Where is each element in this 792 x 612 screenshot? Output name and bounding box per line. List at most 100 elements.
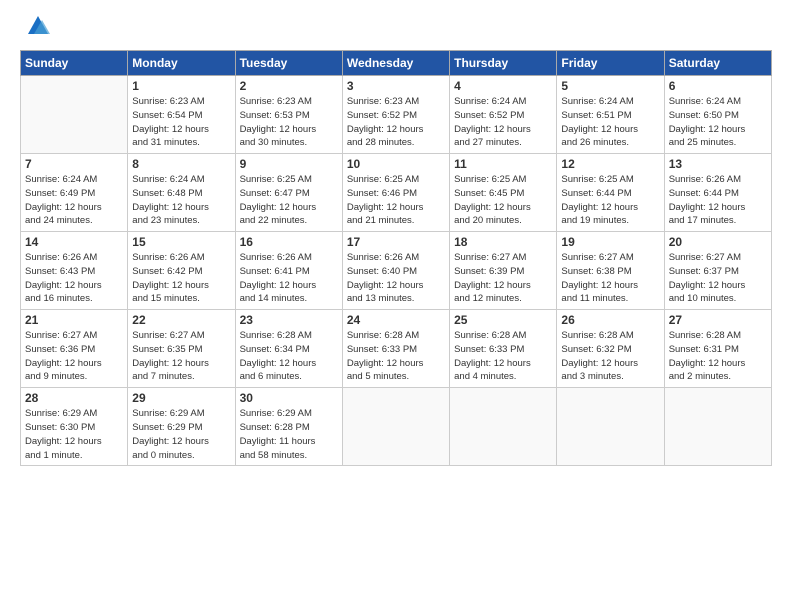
- weekday-header-saturday: Saturday: [664, 51, 771, 76]
- weekday-header-monday: Monday: [128, 51, 235, 76]
- calendar-cell: 10 Sunrise: 6:25 AM Sunset: 6:46 PM Dayli…: [342, 154, 449, 232]
- day-number: 22: [132, 313, 230, 327]
- page-container: SundayMondayTuesdayWednesdayThursdayFrid…: [0, 0, 792, 612]
- day-info: Sunrise: 6:25 AM Sunset: 6:46 PM Dayligh…: [347, 173, 445, 228]
- day-number: 26: [561, 313, 659, 327]
- day-info: Sunrise: 6:28 AM Sunset: 6:34 PM Dayligh…: [240, 329, 338, 384]
- day-info: Sunrise: 6:24 AM Sunset: 6:49 PM Dayligh…: [25, 173, 123, 228]
- day-info: Sunrise: 6:24 AM Sunset: 6:50 PM Dayligh…: [669, 95, 767, 150]
- calendar-cell: [342, 388, 449, 466]
- day-number: 18: [454, 235, 552, 249]
- day-info: Sunrise: 6:24 AM Sunset: 6:48 PM Dayligh…: [132, 173, 230, 228]
- calendar-cell: 9 Sunrise: 6:25 AM Sunset: 6:47 PM Daylig…: [235, 154, 342, 232]
- day-info: Sunrise: 6:28 AM Sunset: 6:31 PM Dayligh…: [669, 329, 767, 384]
- calendar-week-5: 28 Sunrise: 6:29 AM Sunset: 6:30 PM Dayli…: [21, 388, 772, 466]
- calendar-cell: 6 Sunrise: 6:24 AM Sunset: 6:50 PM Daylig…: [664, 76, 771, 154]
- calendar-cell: 27Sunrise: 6:28 AM Sunset: 6:31 PM Dayli…: [664, 310, 771, 388]
- calendar-cell: 20 Sunrise: 6:27 AM Sunset: 6:37 PM Dayli…: [664, 232, 771, 310]
- day-number: 4: [454, 79, 552, 93]
- calendar-cell: [557, 388, 664, 466]
- calendar-cell: 18Sunrise: 6:27 AM Sunset: 6:39 PM Dayli…: [450, 232, 557, 310]
- day-number: 5: [561, 79, 659, 93]
- calendar-cell: 7 Sunrise: 6:24 AM Sunset: 6:49 PM Daylig…: [21, 154, 128, 232]
- day-info: Sunrise: 6:23 AM Sunset: 6:54 PM Dayligh…: [132, 95, 230, 150]
- calendar-cell: 21 Sunrise: 6:27 AM Sunset: 6:36 PM Dayli…: [21, 310, 128, 388]
- calendar-cell: 2 Sunrise: 6:23 AM Sunset: 6:53 PM Daylig…: [235, 76, 342, 154]
- calendar-cell: 22 Sunrise: 6:27 AM Sunset: 6:35 PM Dayli…: [128, 310, 235, 388]
- calendar-week-4: 21 Sunrise: 6:27 AM Sunset: 6:36 PM Dayli…: [21, 310, 772, 388]
- day-number: 9: [240, 157, 338, 171]
- day-info: Sunrise: 6:26 AM Sunset: 6:41 PM Dayligh…: [240, 251, 338, 306]
- day-info: Sunrise: 6:24 AM Sunset: 6:51 PM Dayligh…: [561, 95, 659, 150]
- day-info: Sunrise: 6:26 AM Sunset: 6:40 PM Dayligh…: [347, 251, 445, 306]
- day-info: Sunrise: 6:25 AM Sunset: 6:47 PM Dayligh…: [240, 173, 338, 228]
- day-info: Sunrise: 6:29 AM Sunset: 6:29 PM Dayligh…: [132, 407, 230, 462]
- calendar-cell: 3 Sunrise: 6:23 AM Sunset: 6:52 PM Daylig…: [342, 76, 449, 154]
- day-number: 12: [561, 157, 659, 171]
- day-number: 6: [669, 79, 767, 93]
- day-info: Sunrise: 6:26 AM Sunset: 6:42 PM Dayligh…: [132, 251, 230, 306]
- calendar-cell: [21, 76, 128, 154]
- day-info: Sunrise: 6:27 AM Sunset: 6:38 PM Dayligh…: [561, 251, 659, 306]
- day-number: 3: [347, 79, 445, 93]
- day-number: 25: [454, 313, 552, 327]
- header: [20, 16, 772, 40]
- calendar-cell: 28 Sunrise: 6:29 AM Sunset: 6:30 PM Dayli…: [21, 388, 128, 466]
- day-number: 23: [240, 313, 338, 327]
- calendar-cell: 24 Sunrise: 6:28 AM Sunset: 6:33 PM Dayli…: [342, 310, 449, 388]
- day-info: Sunrise: 6:28 AM Sunset: 6:33 PM Dayligh…: [454, 329, 552, 384]
- day-number: 21: [25, 313, 123, 327]
- day-number: 24: [347, 313, 445, 327]
- day-info: Sunrise: 6:23 AM Sunset: 6:52 PM Dayligh…: [347, 95, 445, 150]
- weekday-header-thursday: Thursday: [450, 51, 557, 76]
- weekday-header-wednesday: Wednesday: [342, 51, 449, 76]
- day-info: Sunrise: 6:28 AM Sunset: 6:32 PM Dayligh…: [561, 329, 659, 384]
- logo: [20, 16, 52, 40]
- day-info: Sunrise: 6:26 AM Sunset: 6:43 PM Dayligh…: [25, 251, 123, 306]
- calendar-cell: [450, 388, 557, 466]
- weekday-header-tuesday: Tuesday: [235, 51, 342, 76]
- calendar-cell: 23 Sunrise: 6:28 AM Sunset: 6:34 PM Dayli…: [235, 310, 342, 388]
- day-info: Sunrise: 6:27 AM Sunset: 6:35 PM Dayligh…: [132, 329, 230, 384]
- day-number: 20: [669, 235, 767, 249]
- calendar-week-3: 14 Sunrise: 6:26 AM Sunset: 6:43 PM Dayli…: [21, 232, 772, 310]
- calendar-cell: 1 Sunrise: 6:23 AM Sunset: 6:54 PM Daylig…: [128, 76, 235, 154]
- day-number: 10: [347, 157, 445, 171]
- calendar-header-row: SundayMondayTuesdayWednesdayThursdayFrid…: [21, 51, 772, 76]
- day-info: Sunrise: 6:27 AM Sunset: 6:36 PM Dayligh…: [25, 329, 123, 384]
- day-number: 30: [240, 391, 338, 405]
- calendar-cell: 5 Sunrise: 6:24 AM Sunset: 6:51 PM Daylig…: [557, 76, 664, 154]
- calendar-cell: 30 Sunrise: 6:29 AM Sunset: 6:28 PM Dayli…: [235, 388, 342, 466]
- day-number: 19: [561, 235, 659, 249]
- day-info: Sunrise: 6:23 AM Sunset: 6:53 PM Dayligh…: [240, 95, 338, 150]
- calendar-cell: 15Sunrise: 6:26 AM Sunset: 6:42 PM Dayli…: [128, 232, 235, 310]
- calendar-cell: 11Sunrise: 6:25 AM Sunset: 6:45 PM Dayli…: [450, 154, 557, 232]
- weekday-header-friday: Friday: [557, 51, 664, 76]
- day-info: Sunrise: 6:28 AM Sunset: 6:33 PM Dayligh…: [347, 329, 445, 384]
- calendar-cell: 29Sunrise: 6:29 AM Sunset: 6:29 PM Dayli…: [128, 388, 235, 466]
- weekday-header-sunday: Sunday: [21, 51, 128, 76]
- day-number: 1: [132, 79, 230, 93]
- day-info: Sunrise: 6:24 AM Sunset: 6:52 PM Dayligh…: [454, 95, 552, 150]
- calendar-cell: 14 Sunrise: 6:26 AM Sunset: 6:43 PM Dayli…: [21, 232, 128, 310]
- day-info: Sunrise: 6:29 AM Sunset: 6:30 PM Dayligh…: [25, 407, 123, 462]
- day-number: 8: [132, 157, 230, 171]
- calendar-cell: 8 Sunrise: 6:24 AM Sunset: 6:48 PM Daylig…: [128, 154, 235, 232]
- day-info: Sunrise: 6:29 AM Sunset: 6:28 PM Dayligh…: [240, 407, 338, 462]
- day-number: 7: [25, 157, 123, 171]
- day-number: 11: [454, 157, 552, 171]
- day-info: Sunrise: 6:27 AM Sunset: 6:37 PM Dayligh…: [669, 251, 767, 306]
- calendar-cell: 16Sunrise: 6:26 AM Sunset: 6:41 PM Dayli…: [235, 232, 342, 310]
- calendar-week-2: 7 Sunrise: 6:24 AM Sunset: 6:49 PM Daylig…: [21, 154, 772, 232]
- day-number: 2: [240, 79, 338, 93]
- day-number: 28: [25, 391, 123, 405]
- calendar-cell: 26 Sunrise: 6:28 AM Sunset: 6:32 PM Dayli…: [557, 310, 664, 388]
- day-number: 17: [347, 235, 445, 249]
- calendar-cell: 19 Sunrise: 6:27 AM Sunset: 6:38 PM Dayli…: [557, 232, 664, 310]
- day-info: Sunrise: 6:25 AM Sunset: 6:44 PM Dayligh…: [561, 173, 659, 228]
- calendar-cell: 4 Sunrise: 6:24 AM Sunset: 6:52 PM Daylig…: [450, 76, 557, 154]
- calendar-cell: 12 Sunrise: 6:25 AM Sunset: 6:44 PM Dayli…: [557, 154, 664, 232]
- calendar-cell: 17 Sunrise: 6:26 AM Sunset: 6:40 PM Dayli…: [342, 232, 449, 310]
- calendar-cell: 25 Sunrise: 6:28 AM Sunset: 6:33 PM Dayli…: [450, 310, 557, 388]
- day-number: 14: [25, 235, 123, 249]
